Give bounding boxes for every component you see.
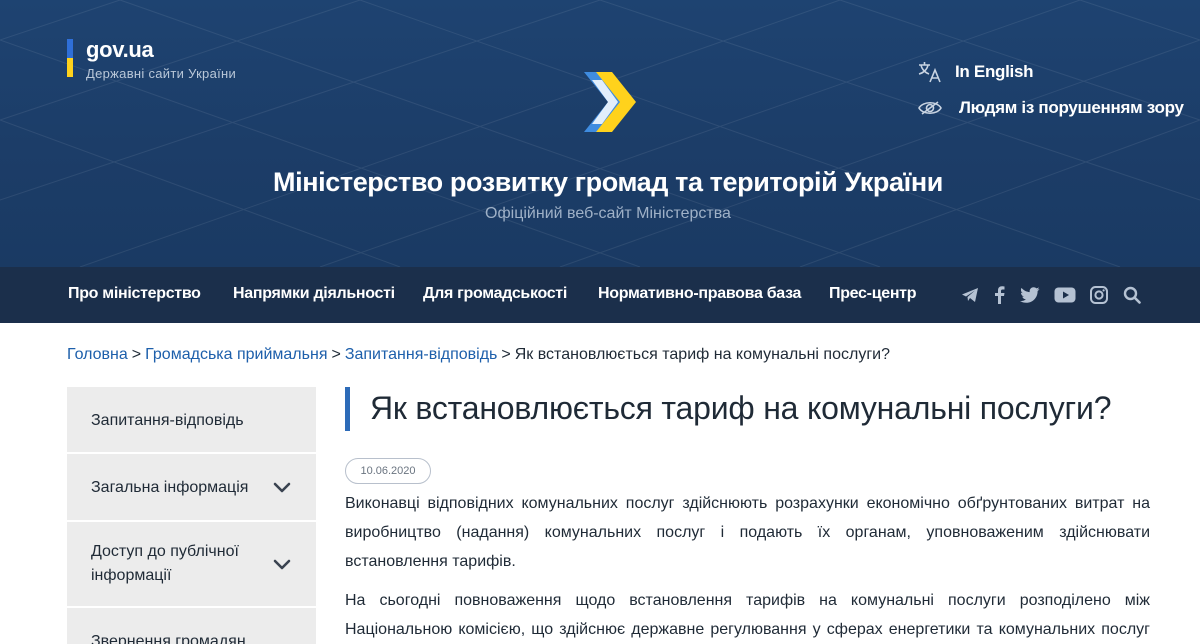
govua-subtitle: Державні сайти України: [86, 66, 237, 81]
accessibility-label: Людям із порушенням зору: [959, 98, 1184, 117]
publish-date-badge: 10.06.2020: [345, 458, 431, 484]
breadcrumb-separator: >: [501, 346, 511, 363]
sidebar: Запитання-відповідь Загальна інформація …: [67, 387, 316, 644]
sidebar-item-label: Запитання-відповідь: [91, 412, 244, 429]
sidebar-item-citizen-appeals[interactable]: Звернення громадян: [67, 608, 316, 644]
telegram-icon[interactable]: [959, 284, 981, 306]
title-accent-bar: [345, 387, 350, 431]
english-version-label: In English: [955, 62, 1034, 81]
search-icon[interactable]: [1121, 284, 1143, 306]
ministry-logo[interactable]: [578, 66, 636, 138]
main-navigation: Про міністерство Напрямки діяльності Для…: [0, 267, 1200, 323]
sidebar-item-label: Звернення громадян: [91, 633, 246, 644]
breadcrumb-separator: >: [131, 346, 142, 363]
breadcrumb-current: Як встановлюється тариф на комунальні по…: [514, 346, 890, 363]
sidebar-item-public-info-access[interactable]: Доступ до публічної інформації: [67, 522, 316, 608]
facebook-icon[interactable]: [988, 284, 1010, 306]
youtube-icon[interactable]: [1054, 284, 1076, 306]
sidebar-item-label: Загальна інформація: [91, 479, 249, 496]
breadcrumb: Головна > Громадська приймальня > Запитання-…: [67, 346, 890, 364]
article-paragraph: На сьогодні повноваження щодо встановлен…: [345, 592, 1150, 638]
nav-item-public[interactable]: Для громадськості: [423, 285, 567, 303]
sidebar-item-label: Доступ до публічної інформації: [91, 543, 239, 584]
breadcrumb-link-home[interactable]: Головна: [67, 346, 128, 363]
sidebar-item-general-info[interactable]: Загальна інформація: [67, 454, 316, 522]
nav-item-activities[interactable]: Напрямки діяльності: [233, 285, 395, 303]
site-subtitle: Офіційний веб-сайт Міністерства: [485, 205, 731, 222]
site-title[interactable]: Міністерство розвитку громад та територі…: [0, 167, 1200, 198]
article-paragraph: Виконавці відповідних комунальних послуг…: [345, 495, 1150, 570]
chevron-down-icon[interactable]: [273, 559, 291, 571]
nav-item-legal[interactable]: Нормативно-правова база: [598, 285, 801, 303]
breadcrumb-separator: >: [331, 346, 341, 363]
page-title: Як встановлюється тариф на комунальні по…: [370, 390, 1112, 426]
breadcrumb-link-faq[interactable]: Запитання-відповідь: [345, 346, 498, 363]
ukraine-flag-icon: [67, 39, 73, 77]
accessibility-link[interactable]: Людям із порушенням зору: [917, 97, 1184, 119]
site-header: gov.ua Державні сайти України In English…: [0, 0, 1200, 267]
instagram-icon[interactable]: [1088, 284, 1110, 306]
translate-icon: [918, 62, 941, 83]
twitter-icon[interactable]: [1019, 284, 1041, 306]
eye-icon: [918, 101, 942, 115]
govua-title: gov.ua: [86, 37, 154, 62]
breadcrumb-link-reception[interactable]: Громадська приймальня: [145, 346, 327, 363]
sidebar-item-faq[interactable]: Запитання-відповідь: [67, 387, 316, 454]
english-version-link[interactable]: In English: [917, 60, 1034, 84]
nav-item-about[interactable]: Про міністерство: [68, 285, 201, 303]
nav-item-press[interactable]: Прес-центр: [829, 285, 917, 303]
chevron-down-icon[interactable]: [273, 482, 291, 494]
